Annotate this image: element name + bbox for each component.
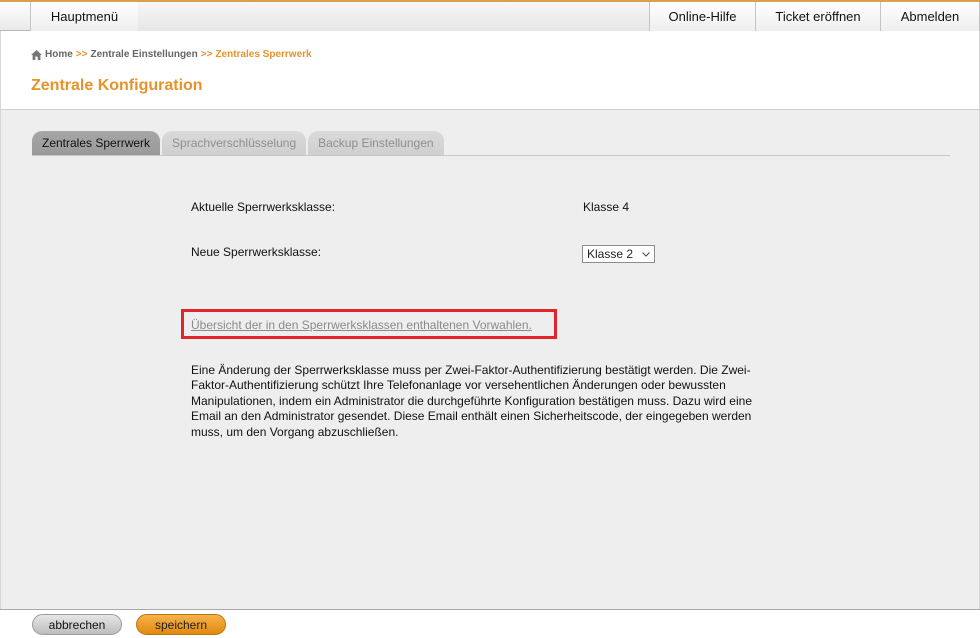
home-icon	[31, 49, 42, 60]
tab-bar: Zentrales Sperrwerk Sprachverschlüsselun…	[32, 131, 444, 155]
save-button[interactable]: speichern	[136, 614, 226, 635]
online-help-button[interactable]: Online-Hilfe	[649, 2, 756, 31]
open-ticket-button[interactable]: Ticket eröffnen	[755, 2, 881, 31]
tab-central-lock[interactable]: Zentrales Sperrwerk	[32, 131, 161, 155]
breadcrumb: Home >> Zentrale Einstellungen >> Zentra…	[31, 49, 312, 60]
new-class-label: Neue Sperrwerksklasse:	[191, 245, 322, 259]
footer-bar: abbrechen speichern	[0, 609, 980, 638]
breadcrumb-separator: >>	[75, 49, 88, 60]
breadcrumb-separator: >>	[200, 49, 213, 60]
new-class-select[interactable]: Klasse 2	[582, 245, 655, 263]
menu-bar-spacer	[138, 2, 649, 31]
breadcrumb-current: Zentrales Sperrwerk	[215, 49, 312, 60]
dialing-codes-overview-link[interactable]: Übersicht der in den Sperrwerksklassen e…	[191, 318, 532, 332]
tab-backup-settings[interactable]: Backup Einstellungen	[308, 131, 444, 155]
tab-divider	[32, 155, 950, 156]
current-class-value: Klasse 4	[583, 200, 630, 214]
top-menu-bar: Hauptmenü Online-Hilfe Ticket eröffnen A…	[0, 0, 980, 31]
main-menu-button[interactable]: Hauptmenü	[30, 2, 139, 31]
new-class-select-value: Klasse 2	[587, 247, 634, 261]
main-content: Zentrales Sperrwerk Sprachverschlüsselun…	[0, 110, 980, 609]
page-header: Home >> Zentrale Einstellungen >> Zentra…	[0, 31, 980, 110]
chevron-down-icon	[642, 252, 650, 257]
breadcrumb-home-link[interactable]: Home	[45, 49, 73, 60]
cancel-button[interactable]: abbrechen	[32, 614, 122, 635]
current-class-label: Aktuelle Sperrwerksklasse:	[191, 200, 336, 214]
logout-button[interactable]: Abmelden	[880, 2, 980, 31]
breadcrumb-central-settings-link[interactable]: Zentrale Einstellungen	[90, 49, 197, 60]
page-title: Zentrale Konfiguration	[31, 77, 203, 94]
two-factor-info-text: Eine Änderung der Sperrwerksklasse muss …	[191, 363, 752, 439]
tab-voice-encryption[interactable]: Sprachverschlüsselung	[162, 131, 307, 155]
